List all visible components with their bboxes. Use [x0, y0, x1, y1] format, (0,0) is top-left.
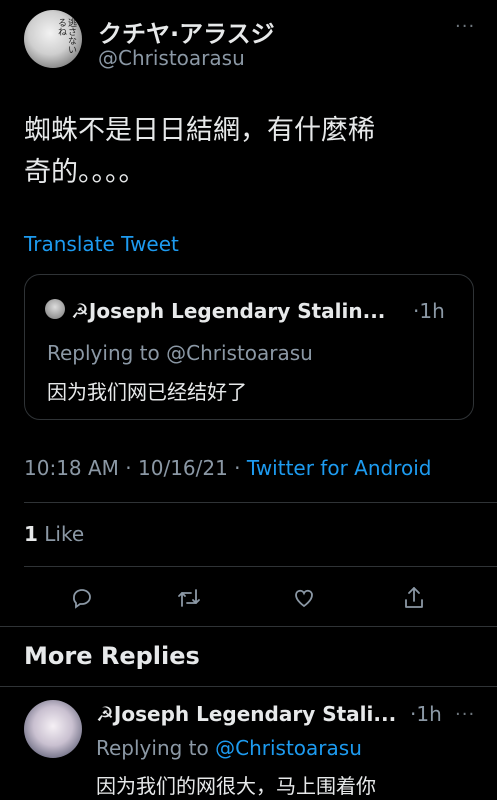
reply-text: 因为我们的网很大，马上围着你: [96, 774, 376, 798]
quote-time: ·1h: [413, 299, 445, 323]
reply-replying-to: Replying to @Christoarasu: [96, 736, 362, 760]
retweet-icon[interactable]: [176, 586, 202, 610]
divider: [0, 686, 497, 687]
likes-stat[interactable]: 1 Like: [24, 522, 84, 546]
tweet-text-line-2: 奇的。。。。: [24, 157, 146, 188]
tweet-text: 蜘蛛不是日日結網，有什麼稀 奇的。。。。: [24, 110, 484, 194]
reply-mentioned-handle[interactable]: @Christoarasu: [215, 736, 362, 760]
reply-more-options-icon[interactable]: ···: [455, 704, 475, 725]
likes-count: 1: [24, 522, 38, 546]
likes-label: Like: [44, 522, 85, 546]
tweet-text-line-1: 蜘蛛不是日日結網，有什麼稀: [24, 115, 375, 146]
quoted-reply-card[interactable]: ☭Joseph Legendary Stalin... ·1h Replying…: [24, 274, 474, 420]
divider: [0, 626, 497, 627]
quote-replying-to: Replying to @Christoarasu: [47, 341, 313, 365]
share-icon[interactable]: [402, 585, 426, 611]
divider: [24, 566, 497, 567]
reply-author-name[interactable]: ☭Joseph Legendary Stali...: [96, 702, 396, 726]
tweet-timestamp: 10:18 AM · 10/16/21 ·: [24, 456, 247, 480]
divider: [24, 502, 497, 503]
author-avatar[interactable]: 逃さないるね: [24, 10, 82, 68]
translate-tweet-link[interactable]: Translate Tweet: [24, 232, 179, 256]
more-replies-heading: More Replies: [24, 642, 200, 670]
tweet-metadata: 10:18 AM · 10/16/21 · Twitter for Androi…: [24, 456, 431, 480]
quote-author-name: ☭Joseph Legendary Stalin...: [71, 299, 386, 323]
author-name[interactable]: クチヤ·アラスジ: [98, 14, 275, 49]
reply-replying-prefix: Replying to: [96, 736, 216, 760]
heart-icon[interactable]: [292, 586, 316, 610]
reply-time: ·1h: [410, 702, 442, 726]
author-handle[interactable]: @Christoarasu: [98, 46, 245, 70]
reply-author-avatar[interactable]: [24, 700, 82, 758]
quote-author-avatar: [45, 299, 65, 319]
quote-text: 因为我们网已经结好了: [47, 380, 247, 404]
more-options-icon[interactable]: ···: [455, 16, 475, 37]
tweet-source-link[interactable]: Twitter for Android: [247, 456, 432, 480]
reply-icon[interactable]: [70, 586, 94, 610]
avatar-stamp-text: 逃さないるね: [56, 18, 76, 54]
